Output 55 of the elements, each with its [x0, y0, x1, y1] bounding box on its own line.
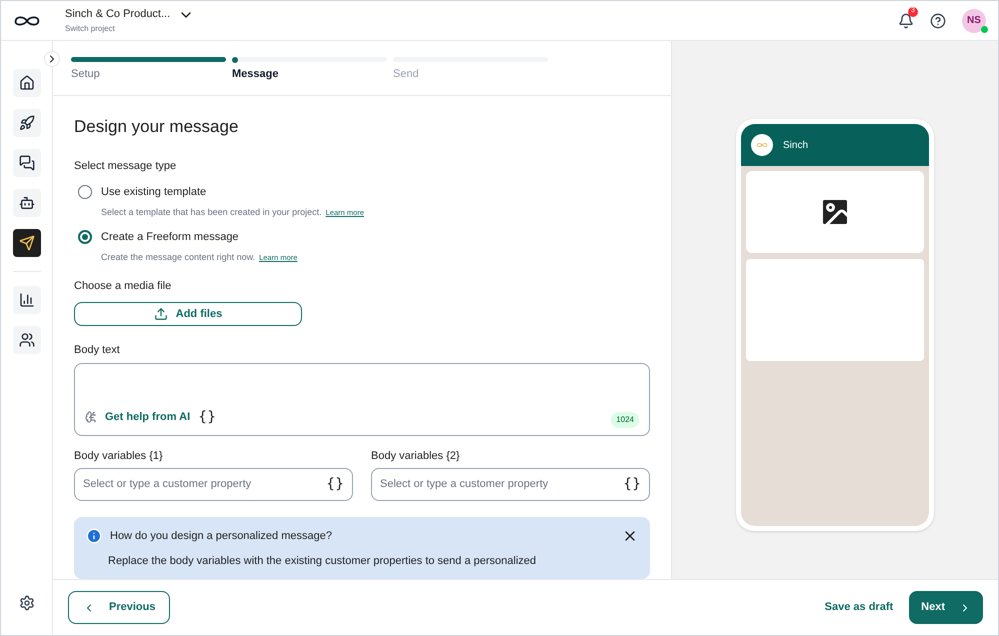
home-icon: [18, 75, 34, 91]
variable-button[interactable]: {}: [623, 474, 641, 495]
ai-brain-icon: [85, 411, 97, 423]
option-hint: Select a template that has been created in your project.: [101, 206, 322, 219]
variable-button[interactable]: {}: [198, 406, 216, 428]
settings-icon[interactable]: [19, 595, 35, 611]
notification-bell-icon[interactable]: [898, 12, 914, 28]
people-icon: [18, 332, 34, 348]
user-avatar[interactable]: NS: [962, 8, 986, 32]
section-label: Body text: [74, 343, 121, 358]
radio-button[interactable]: [78, 185, 92, 199]
step-label: Send: [393, 67, 420, 82]
chat-icon: [18, 155, 34, 171]
radio-label[interactable]: Use existing template: [101, 184, 364, 200]
upload-icon: [154, 306, 168, 321]
option-hint: Create the message content right now.: [101, 250, 256, 264]
next-button[interactable]: Next: [909, 591, 983, 624]
ai-help-button[interactable]: Get help from AI: [105, 408, 190, 426]
help-icon[interactable]: [930, 12, 946, 28]
radio-label[interactable]: Create a Freeform message: [101, 229, 298, 246]
section-label: Choose a media file: [74, 279, 172, 294]
switch-project-label: Switch project: [65, 22, 116, 35]
variable-button[interactable]: {}: [326, 474, 344, 495]
customer-property-field[interactable]: Select or type a customer property {}: [371, 468, 650, 501]
infinity-logo-icon: [756, 141, 768, 149]
page-title: Design your message: [74, 116, 240, 138]
info-icon: [86, 528, 102, 544]
save-draft-button[interactable]: Save as draft: [824, 599, 894, 616]
radio-button[interactable]: [78, 230, 92, 244]
rocket-icon: [18, 115, 34, 131]
nav-item[interactable]: [12, 69, 40, 97]
body-text-field[interactable]: Get help from AI {} 1024: [74, 362, 650, 436]
robot-icon: [18, 195, 34, 211]
nav-item[interactable]: [12, 229, 40, 257]
sender-name: Sinch: [783, 138, 808, 152]
info-title: How do you design a personalized message?: [110, 529, 333, 544]
bar-chart-icon: [18, 292, 34, 308]
expand-sidebar-button[interactable]: [44, 51, 60, 67]
customer-property-field[interactable]: Select or type a customer property {}: [74, 468, 353, 501]
nav-item[interactable]: [12, 326, 40, 354]
nav-item[interactable]: [12, 109, 40, 137]
add-files-button[interactable]: Add files: [74, 302, 302, 326]
step-label: Setup: [71, 67, 101, 82]
nav-item[interactable]: [12, 189, 40, 217]
section-label: Select message type: [74, 158, 178, 174]
info-text: Replace the body variables with the existing customer properties to send a personalized: [107, 554, 538, 568]
paper-plane-icon: [18, 235, 34, 251]
nav-item[interactable]: [12, 149, 40, 177]
previous-button[interactable]: Previous: [68, 591, 170, 624]
field-label: Body variables {1}: [74, 448, 164, 464]
step-label: Message: [232, 67, 280, 82]
project-name[interactable]: Sinch & Co Product...: [65, 6, 170, 23]
nav-item[interactable]: [12, 286, 40, 314]
character-counter: 1024: [611, 412, 639, 428]
field-label: Body variables {2}: [371, 448, 461, 464]
